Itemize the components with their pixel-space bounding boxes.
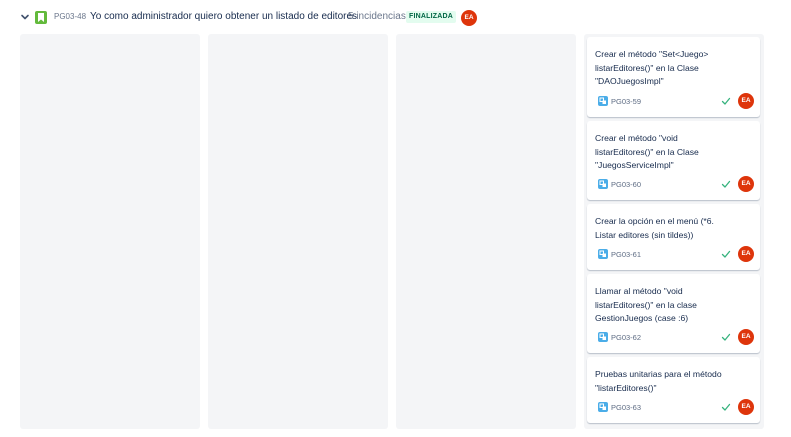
swimlane-header[interactable]: PG03-48 Yo como administrador quiero obt… [0, 0, 791, 34]
card-summary: Pruebas unitarias para el método "listar… [595, 369, 722, 393]
card-summary: Crear el método "Set<Juego> listarEditor… [595, 49, 709, 86]
card-summary: Crear la opción en el menú (*6. Listar e… [595, 216, 714, 240]
check-icon [721, 180, 731, 188]
subtask-icon [598, 96, 608, 106]
issue-card[interactable]: Crear la opción en el menú (*6. Listar e… [587, 204, 760, 270]
board-column-4: Crear el método "Set<Juego> listarEditor… [584, 34, 764, 429]
board-column-2 [208, 34, 388, 429]
card-summary: Llamar al método "void listarEditores()"… [595, 286, 697, 323]
board-column-1 [20, 34, 200, 429]
subtask-icon [598, 332, 608, 342]
issue-card[interactable]: Pruebas unitarias para el método "listar… [587, 357, 760, 423]
story-key[interactable]: PG03-48 [54, 12, 86, 21]
issue-card[interactable]: Crear el método "Set<Juego> listarEditor… [587, 37, 760, 117]
check-icon [721, 333, 731, 341]
check-icon [721, 403, 731, 411]
story-title[interactable]: Yo como administrador quiero obtener un … [90, 11, 357, 22]
story-icon [35, 11, 47, 24]
issue-count: 5 incidencias [348, 11, 406, 22]
avatar[interactable]: EA [738, 93, 754, 109]
check-icon [721, 97, 731, 105]
board-column-3 [396, 34, 576, 429]
avatar[interactable]: EA [461, 10, 477, 26]
card-key[interactable]: PG03-59 [611, 97, 641, 106]
subtask-icon [598, 402, 608, 412]
chevron-down-icon[interactable] [20, 12, 30, 22]
subtask-icon [598, 249, 608, 259]
card-key[interactable]: PG03-61 [611, 250, 641, 259]
subtask-icon [598, 179, 608, 189]
avatar[interactable]: EA [738, 246, 754, 262]
card-key[interactable]: PG03-63 [611, 403, 641, 412]
avatar[interactable]: EA [738, 329, 754, 345]
card-summary: Crear el método "void listarEditores()" … [595, 133, 699, 170]
issue-card[interactable]: Crear el método "void listarEditores()" … [587, 121, 760, 200]
issue-card[interactable]: Llamar al método "void listarEditores()"… [587, 274, 760, 353]
avatar[interactable]: EA [738, 399, 754, 415]
check-icon [721, 250, 731, 258]
card-key[interactable]: PG03-60 [611, 180, 641, 189]
avatar[interactable]: EA [738, 176, 754, 192]
status-badge: FINALIZADA [406, 11, 456, 23]
card-key[interactable]: PG03-62 [611, 333, 641, 342]
